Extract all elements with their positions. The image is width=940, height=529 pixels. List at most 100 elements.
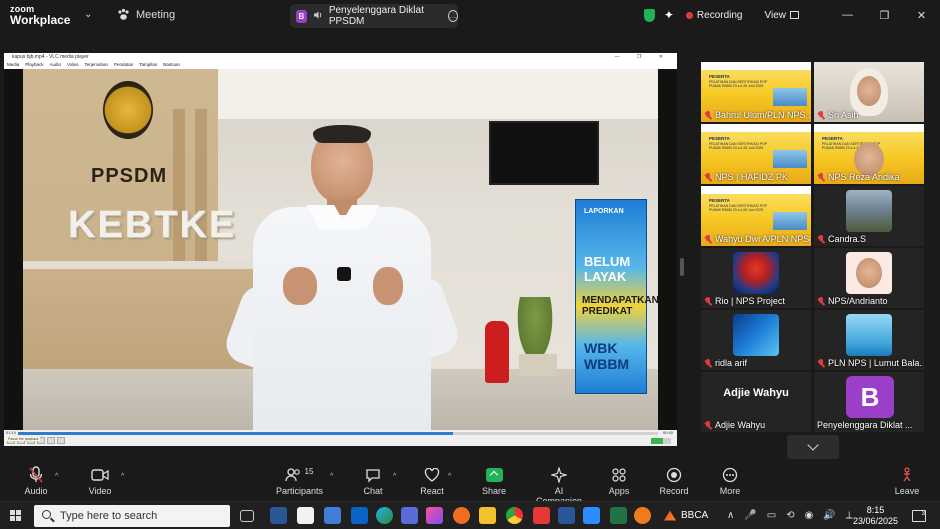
video-options-caret[interactable]: ^ [121, 473, 124, 480]
tray-network-icon[interactable]: ◉ [805, 510, 814, 521]
more-icon[interactable]: … [447, 10, 459, 22]
participant-tile[interactable]: PESERTA PELATIHAN DAN SERTIFIKASI POP PUN… [701, 186, 811, 246]
record-button[interactable]: Record [658, 466, 690, 496]
video-button[interactable]: Video [86, 466, 114, 496]
copilot-icon[interactable] [426, 507, 443, 524]
tray-battery-icon[interactable]: ▭ [767, 510, 776, 521]
chevron-down-icon[interactable]: ⌄ [84, 9, 92, 20]
participant-tile[interactable]: Adjie Wahyu Adjie Wahyu [701, 372, 811, 432]
vlc-tooltip: Pause the playback [7, 437, 40, 441]
gallery-next-page-button[interactable] [787, 435, 839, 459]
wps-icon[interactable] [533, 507, 550, 524]
vlc-playlist-button[interactable] [57, 437, 65, 444]
restore-button[interactable]: ❐ [866, 9, 903, 22]
taskbar-clock[interactable]: 8:15 23/06/2025 [853, 505, 898, 527]
participant-tile[interactable]: Rio | NPS Project [701, 248, 811, 308]
apps-button[interactable]: Apps [606, 466, 632, 496]
tray-volume-icon[interactable]: 🔊 [823, 510, 835, 521]
participant-tile[interactable]: PESERTA PELATIHAN DAN SERTIFIKASI POP PUN… [701, 124, 811, 184]
chrome-icon[interactable] [506, 507, 523, 524]
meeting-toolbar: Audio ^ Video ^ 15 Participants ^ Chat ^ [0, 460, 940, 506]
notification-icon[interactable]: 3 [912, 510, 926, 522]
tray-mic-icon[interactable]: 🎤 [744, 510, 756, 521]
vlc-menu-audio[interactable]: Audio [50, 61, 62, 68]
ai-companion-button[interactable]: AI Companion [531, 466, 587, 506]
participant-photo [733, 314, 779, 356]
vlc-menu-bantuan[interactable]: Bantuan [163, 61, 180, 68]
excel-icon[interactable] [610, 507, 627, 524]
vlc-menu-playback[interactable]: Playback [25, 61, 43, 68]
zoom-window: zoom Workplace ⌄ Meeting B Penyelenggara… [0, 0, 940, 529]
participant-tile[interactable]: B Penyelenggara Diklat ... [814, 372, 924, 432]
app-icon-files[interactable] [324, 507, 341, 524]
edge-icon[interactable] [376, 507, 393, 524]
app-icon-store[interactable] [297, 507, 314, 524]
task-view-icon[interactable] [240, 510, 254, 522]
participant-tile[interactable]: PESERTA PELATIHAN DAN SERTIFIKASI POP PUN… [701, 62, 811, 122]
leave-button[interactable]: Leave [893, 466, 921, 496]
vlc-menu-peralatan[interactable]: Peralatan [114, 61, 133, 68]
vlc-window-controls[interactable]: — ❐ ✕ [615, 53, 671, 61]
participant-name-placeholder: Adjie Wahyu [723, 387, 789, 399]
participant-tile-active[interactable]: Sri Asih [814, 62, 924, 122]
participant-name: Sri Asih [828, 110, 859, 120]
view-button[interactable]: View [765, 10, 787, 21]
vlc-menu-tampilan[interactable]: Tampilan [139, 61, 157, 68]
participant-name: NPS/Andrianto [828, 296, 888, 306]
chat-options-caret[interactable]: ^ [393, 473, 396, 480]
shield-icon[interactable] [643, 8, 655, 22]
audio-button[interactable]: Audio [22, 466, 50, 496]
ai-sparkle-icon[interactable]: ✦ [664, 8, 674, 22]
participants-button[interactable]: 15 Participants [276, 466, 323, 497]
participants-options-caret[interactable]: ^ [330, 473, 333, 480]
sharing-host-pill[interactable]: B Penyelenggara Diklat PPSDM … [290, 4, 459, 28]
vlc-seek-bar[interactable] [18, 432, 658, 435]
tray-pen-icon[interactable]: ⟂ [846, 510, 853, 521]
app-icon-photos[interactable] [270, 507, 287, 524]
more-button[interactable]: More [717, 466, 743, 496]
close-button[interactable]: ✕ [903, 9, 940, 22]
participant-tile[interactable]: PESERTA PELATIHAN DAN SERTIFIKASI POP PUN… [814, 124, 924, 184]
word-icon[interactable] [558, 507, 575, 524]
minimize-button[interactable]: — [829, 9, 866, 21]
zoom-logo[interactable]: zoom Workplace [10, 4, 70, 26]
participant-tile[interactable]: NPS/Andrianto [814, 248, 924, 308]
audio-options-caret[interactable]: ^ [55, 473, 58, 480]
sparkle-icon [531, 466, 587, 484]
chat-button[interactable]: Chat [359, 466, 387, 496]
vlc-icon[interactable] [634, 507, 651, 524]
tray-sync-icon[interactable]: ⟲ [786, 510, 794, 521]
meeting-tab[interactable]: Meeting [117, 8, 175, 21]
view-layout-icon[interactable] [790, 11, 799, 19]
video-frame[interactable]: PPSDM KEBTKE LAPORKAN BELUM LAYAK MENDAP… [4, 69, 677, 430]
chevron-down-icon [807, 439, 819, 451]
outlook-icon[interactable] [351, 507, 368, 524]
vlc-volume-slider[interactable] [651, 438, 671, 444]
participant-tile[interactable]: Candra.S [814, 186, 924, 246]
recording-status[interactable]: Recording [697, 10, 743, 21]
panel-splitter-handle[interactable] [680, 258, 684, 276]
react-options-caret[interactable]: ^ [448, 473, 451, 480]
file-explorer-icon[interactable] [479, 507, 496, 524]
tray-chevron-icon[interactable]: ∧ [727, 510, 734, 521]
taskbar-search-input[interactable]: Type here to search [34, 505, 230, 527]
participant-tile[interactable]: PLN NPS | Lumut Bala... [814, 310, 924, 370]
vlc-menu-video[interactable]: Video [67, 61, 78, 68]
search-icon [42, 510, 51, 519]
react-button[interactable]: React [417, 466, 447, 496]
windows-start-icon[interactable] [10, 510, 22, 522]
app-icon-settings[interactable] [401, 507, 418, 524]
participant-name: Bahrul Ulum/PLN NPS... [715, 110, 810, 120]
share-screen-button[interactable]: Share [480, 466, 508, 496]
vlc-menu-media[interactable]: Media [7, 61, 19, 68]
zoom-icon[interactable] [583, 507, 600, 524]
mic-muted-icon [704, 296, 712, 306]
firefox-icon[interactable] [453, 507, 470, 524]
weather-widget[interactable]: BBCA [664, 510, 708, 521]
vlc-fullscreen-button[interactable] [47, 437, 55, 444]
vlc-menu-terjemahan[interactable]: Terjemahan [84, 61, 108, 68]
participant-name: PLN NPS | Lumut Bala... [828, 358, 923, 368]
participant-name: Candra.S [828, 234, 867, 244]
participant-tile[interactable]: ridla arif [701, 310, 811, 370]
mic-muted-icon [817, 358, 825, 368]
